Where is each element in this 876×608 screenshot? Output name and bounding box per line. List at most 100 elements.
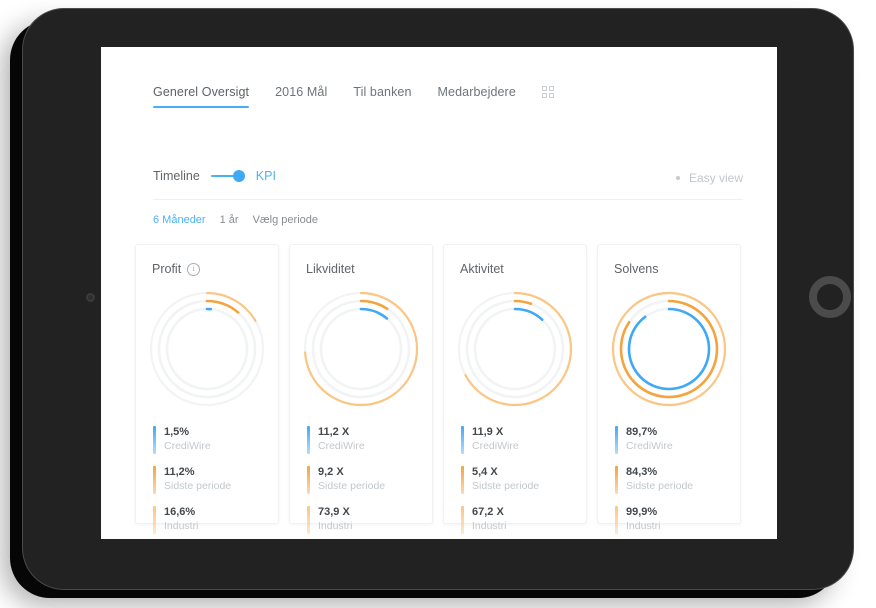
card-title: Solvens xyxy=(614,262,658,276)
legend-name: CrediWire xyxy=(626,440,673,452)
dashboard-page: Generel Oversigt 2016 Mål Til banken Medarb… xyxy=(101,47,777,539)
legend-item: 9,2 X Sidste periode xyxy=(307,465,420,494)
home-button[interactable] xyxy=(809,276,851,318)
nav-tab-label: Til banken xyxy=(353,85,412,99)
nav-tab-medarbejdere[interactable]: Medarbejdere xyxy=(438,85,516,108)
kpi-card-aktivitet[interactable]: Aktivitet 11,9 X CrediWire 5,4 X Sidste peri… xyxy=(443,244,587,534)
period-option-1[interactable]: 1 år xyxy=(220,214,239,226)
easy-view-toggle[interactable]: Easy view xyxy=(675,171,743,185)
card-legend: 11,9 X CrediWire 5,4 X Sidste periode 67,2 X… xyxy=(461,425,574,539)
card-title: Likviditet xyxy=(306,262,355,276)
legend-name: Sidste periode xyxy=(164,480,232,492)
front-camera-icon xyxy=(86,293,95,302)
legend-value: 9,2 X xyxy=(318,466,344,478)
legend-text: 11,9 X CrediWire xyxy=(472,425,519,453)
legend-text: 73,9 X Industri xyxy=(318,505,352,533)
legend-color-bar xyxy=(153,466,156,494)
nav-tab-label: Medarbejdere xyxy=(437,85,516,99)
card-legend: 89,7% CrediWire 84,3% Sidste periode 99,9% In… xyxy=(615,425,728,539)
grid-icon[interactable] xyxy=(541,86,555,98)
gauge-chart xyxy=(453,287,577,411)
card-title-label: Likviditet xyxy=(306,262,355,276)
info-icon[interactable]: i xyxy=(187,262,201,276)
legend-value: 73,9 X xyxy=(318,506,350,518)
legend-color-bar xyxy=(615,466,618,494)
kpi-card-likviditet[interactable]: Likviditet 11,2 X CrediWire 9,2 X Sidste per… xyxy=(289,244,433,534)
legend-color-bar xyxy=(615,506,618,534)
grid-icon-cell xyxy=(541,86,547,91)
legend-color-bar xyxy=(307,426,310,454)
nav-tab-label: Generel Oversigt xyxy=(153,85,250,99)
gauge-track-inner xyxy=(319,307,403,391)
legend-item: 11,2% Sidste periode xyxy=(153,465,266,494)
kpi-card-list: Profit i 1,5% CrediWire 11,2% Sidste periode 1… xyxy=(135,244,741,534)
grid-icon-cell xyxy=(541,93,547,98)
legend-value: 89,7% xyxy=(626,426,658,438)
legend-name: CrediWire xyxy=(472,440,519,452)
card-title: Profit i xyxy=(152,262,201,276)
gauge-arc-crediwire xyxy=(627,307,711,391)
legend-name: Industri xyxy=(318,520,353,532)
toggle-label-kpi[interactable]: KPI xyxy=(256,169,276,183)
legend-item: 11,2 X CrediWire xyxy=(307,425,420,454)
legend-value: 84,3% xyxy=(626,466,658,478)
period-option-0[interactable]: 6 Måneder xyxy=(153,214,206,226)
legend-value: 5,4 X xyxy=(472,466,498,478)
legend-text: 16,6% Industri xyxy=(164,505,198,533)
legend-item: 67,2 X Industri xyxy=(461,505,574,534)
card-title-label: Aktivitet xyxy=(460,262,504,276)
gauge-track-inner xyxy=(473,307,557,391)
nav-tab-2016-mål[interactable]: 2016 Mål xyxy=(275,85,327,108)
legend-text: 9,2 X Sidste periode xyxy=(318,465,385,493)
legend-item: 84,3% Sidste periode xyxy=(615,465,728,494)
gauge-track-middle xyxy=(157,299,257,399)
card-legend: 1,5% CrediWire 11,2% Sidste periode 16,6% Ind… xyxy=(153,425,266,539)
legend-value: 16,6% xyxy=(164,506,196,518)
tablet-screen: Generel Oversigt 2016 Mål Til banken Medarb… xyxy=(101,47,777,539)
legend-item: 1,5% CrediWire xyxy=(153,425,266,454)
legend-color-bar xyxy=(461,506,464,534)
switch-knob[interactable] xyxy=(232,170,245,182)
legend-item: 89,7% CrediWire xyxy=(615,425,728,454)
tablet-device: Generel Oversigt 2016 Mål Til banken Medarb… xyxy=(22,8,854,590)
nav-tab-til-banken[interactable]: Til banken xyxy=(353,85,411,108)
legend-name: Industri xyxy=(164,520,199,532)
timeline-kpi-toggle[interactable]: Timeline KPI xyxy=(153,169,276,183)
kpi-card-profit[interactable]: Profit i 1,5% CrediWire 11,2% Sidste periode 1… xyxy=(135,244,279,534)
kpi-switch[interactable] xyxy=(210,170,245,182)
legend-color-bar xyxy=(153,506,156,534)
easy-view-label: Easy view xyxy=(688,171,743,185)
card-title: Aktivitet xyxy=(460,262,504,276)
easy-view-dot-icon xyxy=(675,176,680,180)
legend-color-bar xyxy=(307,466,310,494)
period-option-2[interactable]: Vælg periode xyxy=(253,214,318,226)
grid-icon-cell xyxy=(548,93,554,98)
legend-value: 1,5% xyxy=(164,426,190,438)
legend-text: 11,2 X CrediWire xyxy=(318,425,365,453)
legend-color-bar xyxy=(461,426,464,454)
legend-text: 99,9% Industri xyxy=(626,505,660,533)
legend-name: Industri xyxy=(626,520,661,532)
gauge-chart xyxy=(145,287,269,411)
legend-text: 89,7% CrediWire xyxy=(626,425,673,453)
legend-name: Sidste periode xyxy=(472,480,540,492)
legend-name: CrediWire xyxy=(164,440,211,452)
gauge-chart xyxy=(607,287,731,411)
nav-tab-generel-oversigt[interactable]: Generel Oversigt xyxy=(153,85,250,108)
legend-item: 5,4 X Sidste periode xyxy=(461,465,574,494)
legend-value: 67,2 X xyxy=(472,506,504,518)
grid-icon-cell xyxy=(548,86,554,91)
nav-tab-label: 2016 Mål xyxy=(275,85,328,99)
legend-item: 73,9 X Industri xyxy=(307,505,420,534)
active-tab-underline xyxy=(153,106,250,108)
gauge-chart xyxy=(299,287,423,411)
kpi-card-solvens[interactable]: Solvens 89,7% CrediWire 84,3% Sidste periode… xyxy=(597,244,741,534)
gauge-track-inner xyxy=(165,307,249,391)
legend-text: 67,2 X Industri xyxy=(472,505,506,533)
legend-name: Sidste periode xyxy=(626,480,694,492)
legend-name: Industri xyxy=(472,520,507,532)
legend-color-bar xyxy=(461,466,464,494)
toggle-label-timeline[interactable]: Timeline xyxy=(153,169,200,183)
legend-item: 16,6% Industri xyxy=(153,505,266,534)
legend-value: 11,9 X xyxy=(472,426,504,438)
